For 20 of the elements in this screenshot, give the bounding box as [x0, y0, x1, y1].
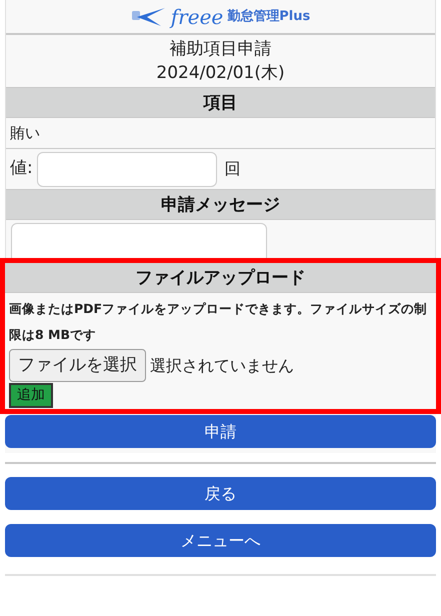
submit-button[interactable]: 申請 — [5, 415, 436, 448]
add-button[interactable]: 追加 — [9, 383, 53, 408]
nav-button[interactable]: メニューへ — [5, 524, 436, 557]
message-field[interactable] — [11, 223, 267, 258]
section-header: 申請メッセージ — [6, 190, 435, 220]
value-input[interactable] — [36, 152, 217, 186]
unit-text: 回 — [224, 158, 241, 180]
logo-icon — [130, 6, 167, 28]
section-header: 項目 — [6, 88, 435, 118]
product-name: 勤怠管理Plus — [227, 8, 310, 26]
section-header: ファイルアップロード — [5, 263, 436, 293]
choose-file-button[interactable]: ファイルを選択 — [9, 349, 146, 382]
date-text: 2024/02/01(木) — [155, 62, 286, 85]
file-status: 選択されていません — [150, 354, 294, 376]
nav-button[interactable]: 戻る — [5, 477, 436, 510]
upload-note: 画像またはPDFファイルをアップロードできます。ファイルサイズの制限は8 MBです — [9, 300, 428, 344]
value-label: 値: — [10, 157, 33, 180]
page-title: 補助項目申請 — [168, 38, 272, 61]
logo-wordmark: freee — [170, 4, 224, 30]
item-name: 賄い — [10, 122, 40, 144]
